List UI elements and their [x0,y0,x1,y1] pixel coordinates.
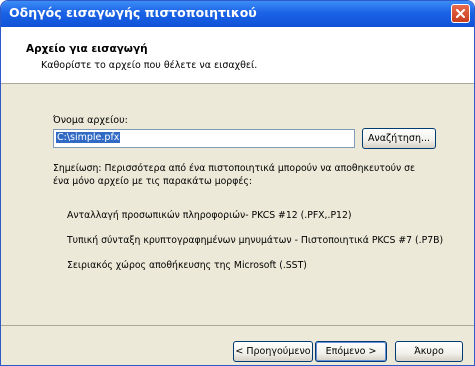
filename-label: Όνομα αρχείου: [53,115,128,126]
certificate-import-wizard-window: Οδηγός εισαγωγής πιστοποιητικού Αρχείο γ… [0,0,475,366]
close-icon [456,9,465,18]
format-item-p7b: Τυπική σύνταξη κρυπτογραφημένων μηνυμάτω… [67,235,444,246]
page-title: Αρχείο για εισαγωγή [26,43,148,55]
title-bar: Οδηγός εισαγωγής πιστοποιητικού [1,1,474,27]
formats-note: Σημείωση: Περισσότερα από ένα πιστοποιητ… [53,163,416,187]
filename-input[interactable]: C:\simple.pfx [53,129,355,148]
next-button[interactable]: Επόμενο > [315,341,387,362]
wizard-footer: < Προηγούμενο Επόμενο > Άκυρο [1,325,474,365]
filename-value: C:\simple.pfx [56,132,121,143]
format-item-sst: Σειριακός χώρος αποθήκευσης της Microsof… [67,260,307,271]
close-button[interactable] [451,4,470,23]
page-description: Καθορίστε το αρχείο που θέλετε να εισαχθ… [41,60,258,71]
cancel-button[interactable]: Άκυρο [395,341,463,362]
window-title: Οδηγός εισαγωγής πιστοποιητικού [9,5,257,20]
format-item-pfx: Ανταλλαγή προσωπικών πληροφοριών- PKCS #… [67,210,352,221]
wizard-header: Αρχείο για εισαγωγή Καθορίστε το αρχείο … [1,27,474,84]
back-button[interactable]: < Προηγούμενο [233,341,313,362]
wizard-body: Όνομα αρχείου: C:\simple.pfx Αναζήτηση..… [1,84,474,325]
browse-button[interactable]: Αναζήτηση... [362,128,436,149]
